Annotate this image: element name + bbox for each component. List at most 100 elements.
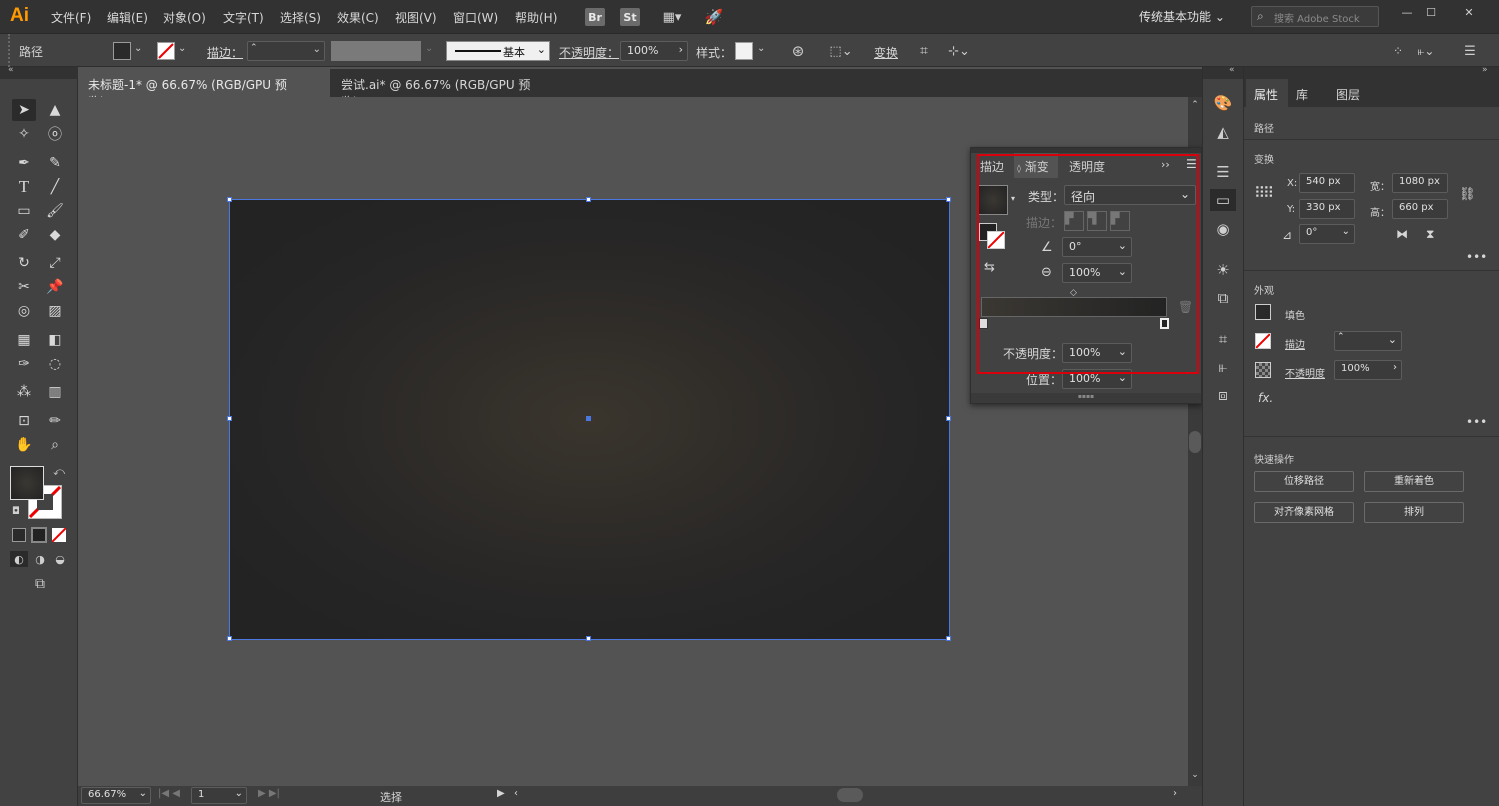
- resize-handle[interactable]: [946, 416, 951, 421]
- pathfinder-panel-icon[interactable]: ⧈: [1212, 384, 1234, 406]
- stepper-icon[interactable]: ⌃: [250, 43, 258, 53]
- scroll-up-icon[interactable]: ⌃: [1189, 99, 1201, 111]
- column-graph-tool-icon[interactable]: ▥: [43, 381, 67, 403]
- x-input[interactable]: 540 px: [1299, 173, 1355, 193]
- direct-selection-tool-icon[interactable]: ▲: [43, 99, 67, 121]
- tab-document-1[interactable]: 未标题-1* @ 66.67% (RGB/GPU 预览)×: [78, 69, 330, 109]
- opacity-input[interactable]: 100% ›: [620, 41, 688, 61]
- chevron-right-icon[interactable]: ›: [679, 43, 683, 56]
- tab-layers[interactable]: 图层: [1336, 86, 1360, 103]
- stock-search-input[interactable]: ⌕ 搜索 Adobe Stock: [1251, 6, 1379, 27]
- stroke-label[interactable]: 描边: [1285, 336, 1305, 351]
- curvature-tool-icon[interactable]: ✎: [43, 152, 67, 174]
- menu-view[interactable]: 视图(V): [395, 9, 437, 26]
- minimize-icon[interactable]: —: [1396, 4, 1418, 20]
- type-tool-icon[interactable]: T: [12, 176, 36, 198]
- fx-icon[interactable]: fx.: [1258, 391, 1273, 405]
- artboard-number-select[interactable]: 1 ⌄: [191, 787, 247, 804]
- width-tool-icon[interactable]: ✂: [12, 276, 36, 298]
- gradient-panel-icon[interactable]: ▭: [1210, 189, 1236, 211]
- scale-tool-icon[interactable]: ⤢: [43, 252, 67, 274]
- transform-panel-icon[interactable]: ⌗: [1212, 328, 1234, 350]
- chevron-down-icon[interactable]: ⌄: [134, 43, 142, 54]
- scroll-down-icon[interactable]: ⌄: [1189, 769, 1201, 781]
- bridge-button[interactable]: Br: [585, 8, 605, 26]
- y-input[interactable]: 330 px: [1299, 199, 1355, 219]
- stroke-swatch[interactable]: [157, 42, 175, 60]
- hand-tool-icon[interactable]: ✋: [12, 434, 36, 456]
- opacity-label[interactable]: 不透明度: [1285, 365, 1325, 380]
- graphic-style-swatch[interactable]: [735, 42, 753, 60]
- lasso-tool-icon[interactable]: ⓞ: [43, 123, 67, 145]
- draw-behind-icon[interactable]: ◑: [31, 551, 49, 567]
- graphic-styles-icon[interactable]: ⧉: [1212, 287, 1234, 309]
- align-options-icon[interactable]: ⬚⌄: [828, 42, 854, 60]
- shape-builder-tool-icon[interactable]: ◎: [12, 300, 36, 322]
- fill-swatch[interactable]: [1255, 304, 1271, 320]
- puppet-warp-tool-icon[interactable]: 📌: [43, 276, 67, 298]
- slice-tool-icon[interactable]: ✏: [43, 410, 67, 432]
- page-last-icon[interactable]: ▶ ▶|: [258, 788, 280, 799]
- menu-edit[interactable]: 编辑(E): [107, 9, 148, 26]
- stepper-icon[interactable]: ⌃: [1337, 332, 1345, 342]
- screen-mode-icon[interactable]: ⧉: [28, 575, 52, 593]
- opacity-label[interactable]: 不透明度：: [559, 44, 619, 61]
- magic-wand-tool-icon[interactable]: ✧: [12, 123, 36, 145]
- zoom-tool-icon[interactable]: ⌕: [43, 434, 67, 456]
- transform-each-icon[interactable]: ⌗: [914, 42, 934, 60]
- swap-colors-icon[interactable]: ⤺: [52, 465, 66, 479]
- fill-swatch[interactable]: [113, 42, 131, 60]
- color-mode-icon[interactable]: [12, 528, 26, 542]
- selection-tool-icon[interactable]: ➤: [12, 99, 36, 121]
- resize-handle[interactable]: [946, 636, 951, 641]
- paintbrush-tool-icon[interactable]: 🖌: [43, 200, 67, 222]
- blend-tool-icon[interactable]: ◌: [43, 353, 67, 375]
- chevron-down-icon[interactable]: ⌄: [313, 44, 321, 55]
- draw-inside-icon[interactable]: ◒: [51, 551, 69, 567]
- stroke-label[interactable]: 描边：: [207, 44, 243, 61]
- recolor-button[interactable]: 重新着色: [1364, 471, 1464, 492]
- more-options-icon[interactable]: •••: [1466, 415, 1487, 429]
- menu-object[interactable]: 对象(O): [163, 9, 206, 26]
- variable-width-profile[interactable]: [331, 41, 421, 61]
- resize-handle[interactable]: [227, 197, 232, 202]
- draw-normal-icon[interactable]: ◐: [10, 551, 28, 567]
- flip-horizontal-icon[interactable]: ⧓: [1396, 227, 1408, 241]
- collapse-icon[interactable]: »: [1482, 65, 1488, 75]
- shaper-tool-icon[interactable]: ✐: [12, 224, 36, 246]
- symbol-sprayer-tool-icon[interactable]: ⁂: [12, 381, 36, 403]
- width-input[interactable]: 1080 px: [1392, 173, 1448, 193]
- menu-window[interactable]: 窗口(W): [453, 9, 498, 26]
- perspective-grid-tool-icon[interactable]: ▨: [43, 300, 67, 322]
- stroke-swatch[interactable]: [1255, 333, 1271, 349]
- transparency-panel-icon[interactable]: ◉: [1212, 218, 1234, 240]
- chevron-down-icon[interactable]: ⌄: [178, 43, 186, 54]
- arrange-documents-icon[interactable]: ▦▾: [653, 8, 691, 26]
- stroke-panel-icon[interactable]: ☰: [1212, 161, 1234, 183]
- transform-button[interactable]: 变换: [874, 44, 898, 61]
- stroke-weight-input[interactable]: ⌃ ⌄: [1334, 331, 1402, 351]
- line-tool-icon[interactable]: ╱: [43, 176, 67, 198]
- scroll-left-icon[interactable]: ‹: [514, 788, 518, 799]
- tab-properties[interactable]: 属性: [1246, 79, 1288, 107]
- puppet-warp-icon[interactable]: ⊹⌄: [944, 42, 974, 60]
- resize-handle[interactable]: [946, 197, 951, 202]
- default-colors-icon[interactable]: ◘: [10, 505, 22, 517]
- panel-menu-icon[interactable]: ☰: [1462, 42, 1478, 60]
- tab-document-2[interactable]: 尝试.ai* @ 66.67% (RGB/GPU 预览)×: [331, 69, 575, 109]
- menu-select[interactable]: 选择(S): [280, 9, 321, 26]
- align-panel-icon[interactable]: ⫦: [1212, 356, 1234, 378]
- chevron-down-icon[interactable]: ⌄: [757, 43, 765, 54]
- gradient-tool-icon[interactable]: ◧: [43, 329, 67, 351]
- flip-vertical-icon[interactable]: ⧗: [1426, 227, 1434, 242]
- workspace-switcher[interactable]: 传统基本功能 ⌄: [1139, 8, 1225, 25]
- collapse-icon[interactable]: «: [8, 65, 14, 75]
- reference-point-icon[interactable]: ⠿⠿: [1254, 184, 1274, 202]
- opacity-input[interactable]: 100% ›: [1334, 360, 1402, 380]
- stock-button[interactable]: St: [620, 8, 640, 26]
- eraser-tool-icon[interactable]: ◆: [43, 224, 67, 246]
- arrange-button[interactable]: 排列: [1364, 502, 1464, 523]
- align-pixel-grid-button[interactable]: 对齐像素网格: [1254, 502, 1354, 523]
- scroll-thumb[interactable]: [1189, 431, 1201, 453]
- chevron-right-icon[interactable]: ›: [1393, 362, 1397, 373]
